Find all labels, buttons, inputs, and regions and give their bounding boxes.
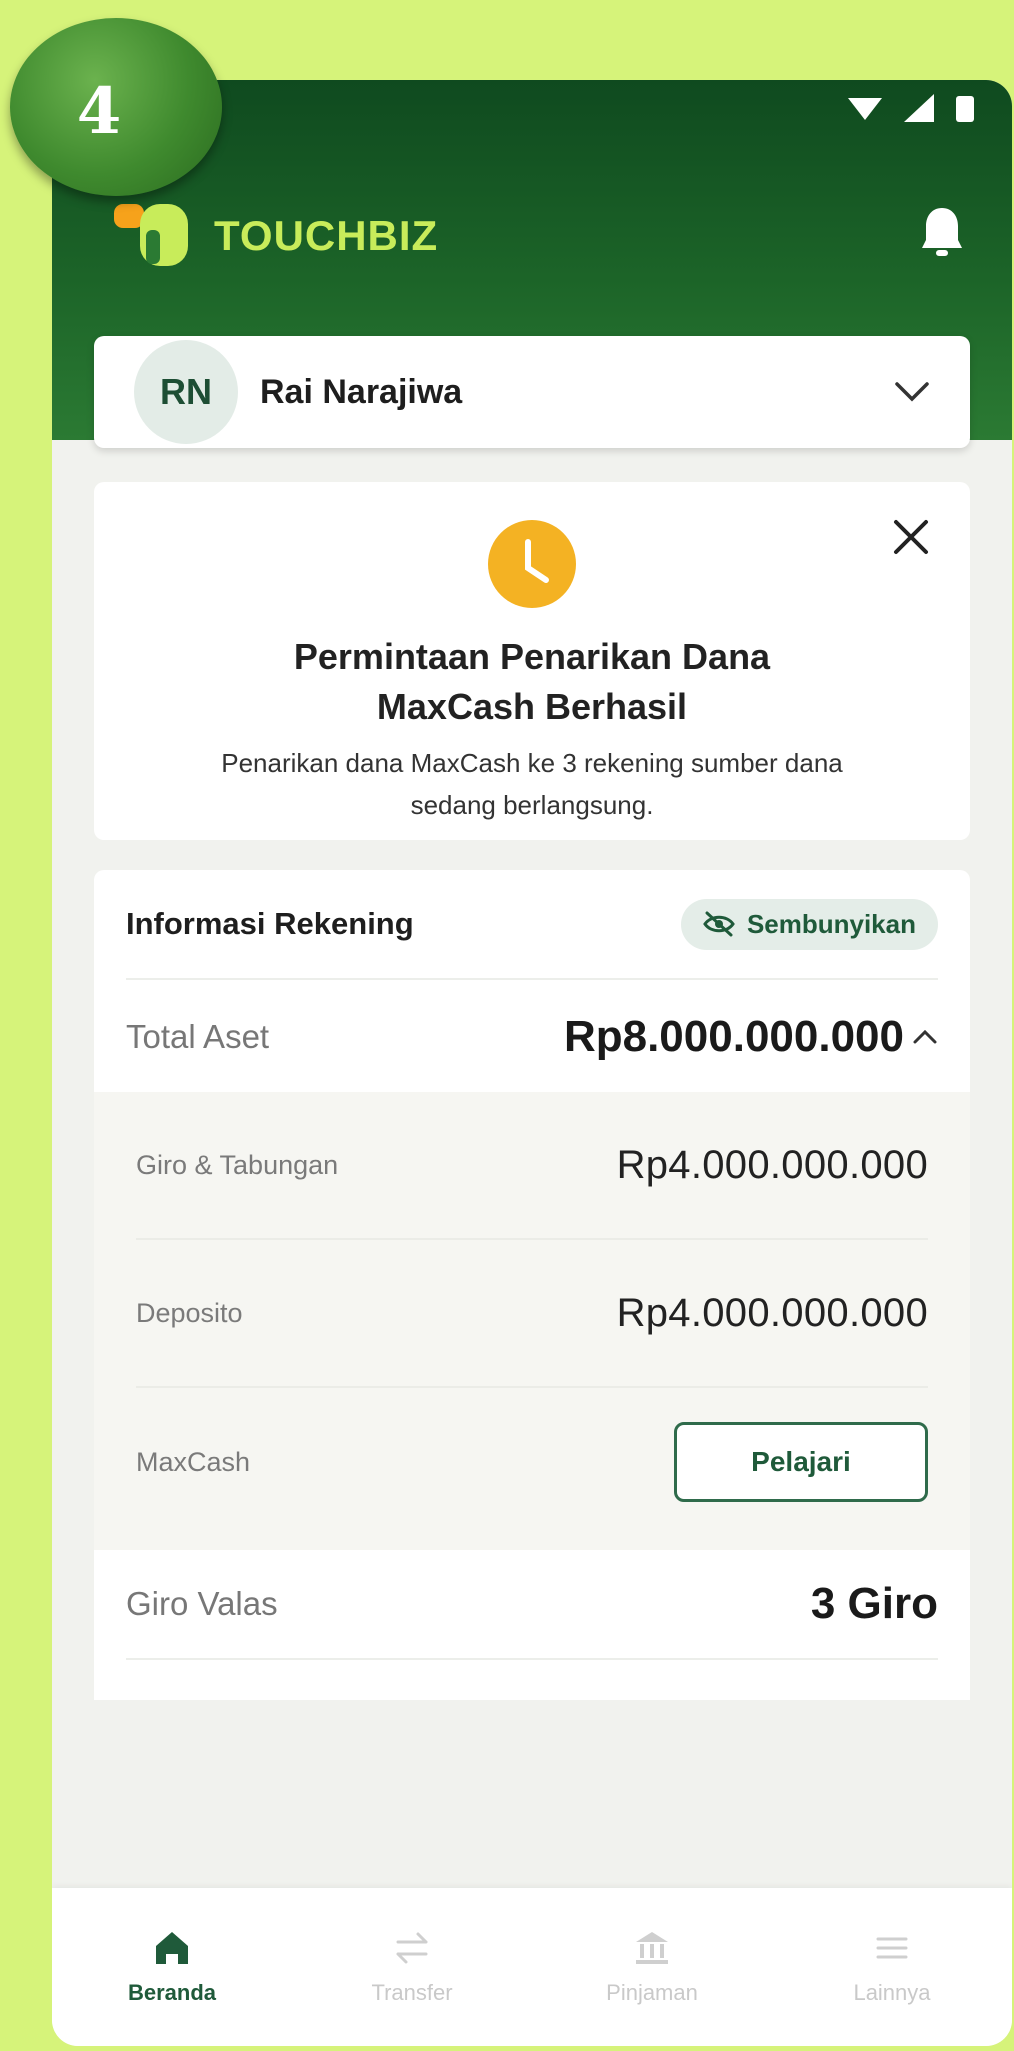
asset-value: Rp4.000.000.000: [616, 1290, 928, 1335]
touchbiz-logo-icon: [114, 204, 188, 266]
asset-label: MaxCash: [136, 1446, 251, 1477]
account-selector[interactable]: RN Rai Narajiwa: [94, 336, 970, 448]
asset-breakdown: Giro & Tabungan Rp4.000.000.000 Deposito…: [94, 1092, 970, 1550]
learn-more-button[interactable]: Pelajari: [674, 1422, 928, 1502]
avatar: RN: [134, 340, 238, 444]
bottom-navigation: Beranda Transfer Pinjaman Lainnya: [52, 1888, 1012, 2046]
battery-icon: [956, 96, 974, 122]
account-info-card: Informasi Rekening Sembunyikan Total Ase…: [94, 870, 970, 1550]
eye-off-icon: [703, 911, 735, 937]
nav-item-pinjaman[interactable]: Pinjaman: [552, 1928, 752, 2006]
chevron-down-icon[interactable]: [894, 381, 930, 403]
nav-label: Lainnya: [853, 1980, 931, 2005]
chevron-up-icon[interactable]: [912, 1029, 938, 1045]
notification-title: Permintaan Penarikan Dana MaxCash Berhas…: [94, 632, 970, 732]
asset-value: Rp4.000.000.000: [616, 1142, 928, 1187]
notification-desc-line1: Penarikan dana MaxCash ke 3 rekening sum…: [221, 748, 843, 778]
nav-label: Pinjaman: [606, 1980, 698, 2005]
foreign-currency-card: Giro Valas 3 Giro: [94, 1550, 970, 1700]
asset-label: Giro & Tabungan: [136, 1149, 339, 1180]
list-item: Giro & Tabungan Rp4.000.000.000: [136, 1092, 928, 1240]
hide-balance-button[interactable]: Sembunyikan: [680, 898, 938, 950]
clock-icon: [488, 520, 576, 608]
account-info-header: Informasi Rekening Sembunyikan: [126, 870, 938, 980]
notification-title-line2: MaxCash Berhasil: [376, 686, 688, 727]
nav-item-lainnya[interactable]: Lainnya: [792, 1928, 992, 2006]
avatar-initials: RN: [160, 371, 212, 412]
account-info-title: Informasi Rekening: [126, 906, 414, 941]
list-item: MaxCash Pelajari: [136, 1388, 928, 1536]
wifi-icon: [848, 98, 882, 120]
menu-icon: [876, 1937, 908, 1959]
step-number: 4: [76, 73, 122, 149]
notification-description: Penarikan dana MaxCash ke 3 rekening sum…: [94, 742, 970, 826]
signal-icon: [904, 94, 934, 122]
total-assets-value: Rp8.000.000.000: [564, 1012, 938, 1062]
app-name: TOUCHBIZ: [214, 212, 439, 259]
notification-desc-line2: sedang berlangsung.: [410, 790, 654, 820]
nav-item-transfer[interactable]: Transfer: [312, 1928, 512, 2006]
home-icon: [156, 1932, 188, 1964]
app-logo: TOUCHBIZ: [112, 200, 438, 272]
status-bar: [848, 94, 974, 122]
giro-valas-label: Giro Valas: [126, 1585, 278, 1622]
nav-label: Transfer: [371, 1980, 453, 2005]
nav-label: Beranda: [127, 1980, 217, 2005]
notification-title-line1: Permintaan Penarikan Dana: [293, 636, 771, 677]
total-assets-amount: Rp8.000.000.000: [563, 1012, 904, 1061]
total-assets-row[interactable]: Total Aset Rp8.000.000.000: [126, 982, 938, 1092]
close-icon[interactable]: [892, 518, 930, 556]
bell-icon[interactable]: [920, 206, 964, 260]
hide-balance-label: Sembunyikan: [746, 908, 916, 939]
list-item: Deposito Rp4.000.000.000: [136, 1240, 928, 1388]
bank-icon: [636, 1932, 668, 1964]
notification-card: Permintaan Penarikan Dana MaxCash Berhas…: [94, 482, 970, 840]
giro-valas-row[interactable]: Giro Valas 3 Giro: [126, 1550, 938, 1660]
user-name: Rai Narajiwa: [260, 372, 463, 411]
nav-item-beranda[interactable]: Beranda: [72, 1928, 272, 2006]
total-assets-label: Total Aset: [126, 1018, 270, 1055]
step-badge: 4: [10, 18, 222, 196]
giro-valas-value: 3 Giro: [810, 1579, 938, 1628]
asset-label: Deposito: [136, 1297, 243, 1328]
transfer-icon: [396, 1932, 428, 1964]
phone-screen: TOUCHBIZ RN Rai Narajiwa Permintaan Pena…: [52, 80, 1012, 2046]
